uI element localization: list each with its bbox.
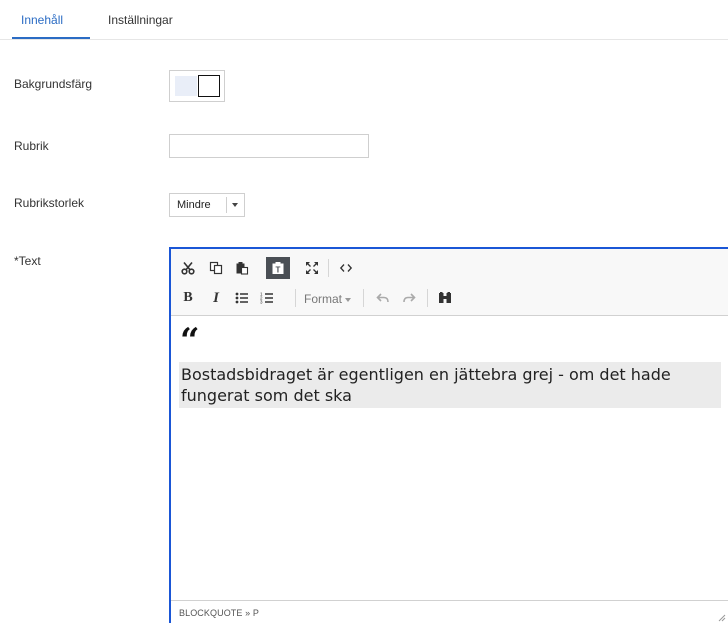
italic-icon[interactable]: I xyxy=(204,287,228,309)
toolbar-separator xyxy=(328,259,329,277)
tab-innehall[interactable]: Innehåll xyxy=(21,13,63,27)
maximize-icon[interactable] xyxy=(300,257,324,279)
tab-bar: Innehåll Inställningar xyxy=(0,0,728,40)
blockquote-paragraph[interactable]: Bostadsbidraget är egentligen en jättebr… xyxy=(179,362,721,408)
format-dropdown[interactable]: Format xyxy=(304,292,352,306)
format-label: Format xyxy=(304,292,343,306)
redo-icon[interactable] xyxy=(397,287,421,309)
copy-icon[interactable] xyxy=(204,257,228,279)
svg-text:3: 3 xyxy=(260,300,263,305)
paste-icon[interactable] xyxy=(230,257,254,279)
editor-toolbar: T B I 123 Format xyxy=(171,249,728,316)
bold-icon[interactable]: B xyxy=(176,287,200,309)
tab-installningar[interactable]: Inställningar xyxy=(108,13,173,27)
source-code-icon[interactable] xyxy=(334,257,358,279)
quote-mark: “ xyxy=(180,321,200,361)
svg-text:T: T xyxy=(276,266,281,275)
toolbar-separator xyxy=(295,289,296,307)
paste-text-icon[interactable]: T xyxy=(266,257,290,279)
heading-size-select[interactable]: Mindre xyxy=(169,193,245,217)
background-color-label: Bakgrundsfärg xyxy=(14,77,93,91)
heading-label: Rubrik xyxy=(14,139,49,153)
toolbar-separator xyxy=(363,289,364,307)
toolbar-separator xyxy=(427,289,428,307)
background-color-picker[interactable] xyxy=(169,70,225,102)
active-tab-indicator xyxy=(12,37,90,39)
resize-handle-icon[interactable] xyxy=(718,614,726,622)
chevron-down-icon[interactable] xyxy=(232,203,238,207)
find-icon[interactable] xyxy=(433,287,457,309)
color-swatch-selected[interactable] xyxy=(198,75,220,97)
chevron-down-icon xyxy=(345,297,352,302)
cut-icon[interactable] xyxy=(176,257,200,279)
select-divider xyxy=(226,197,227,213)
bulleted-list-icon[interactable] xyxy=(230,287,254,309)
undo-icon[interactable] xyxy=(371,287,395,309)
heading-size-value: Mindre xyxy=(177,199,211,211)
element-path[interactable]: BLOCKQUOTE » P xyxy=(179,608,259,618)
heading-size-label: Rubrikstorlek xyxy=(14,196,85,210)
color-swatch-light[interactable] xyxy=(175,76,197,96)
editor-statusbar: BLOCKQUOTE » P xyxy=(171,600,728,624)
heading-input[interactable] xyxy=(169,134,369,158)
text-label: *Text xyxy=(14,254,41,268)
numbered-list-icon[interactable]: 123 xyxy=(255,287,279,309)
editor-content[interactable]: “ Bostadsbidraget är egentligen en jätte… xyxy=(171,316,728,600)
rich-text-editor[interactable]: T B I 123 Format “ Bostadsbidraget är eg… xyxy=(169,247,728,624)
